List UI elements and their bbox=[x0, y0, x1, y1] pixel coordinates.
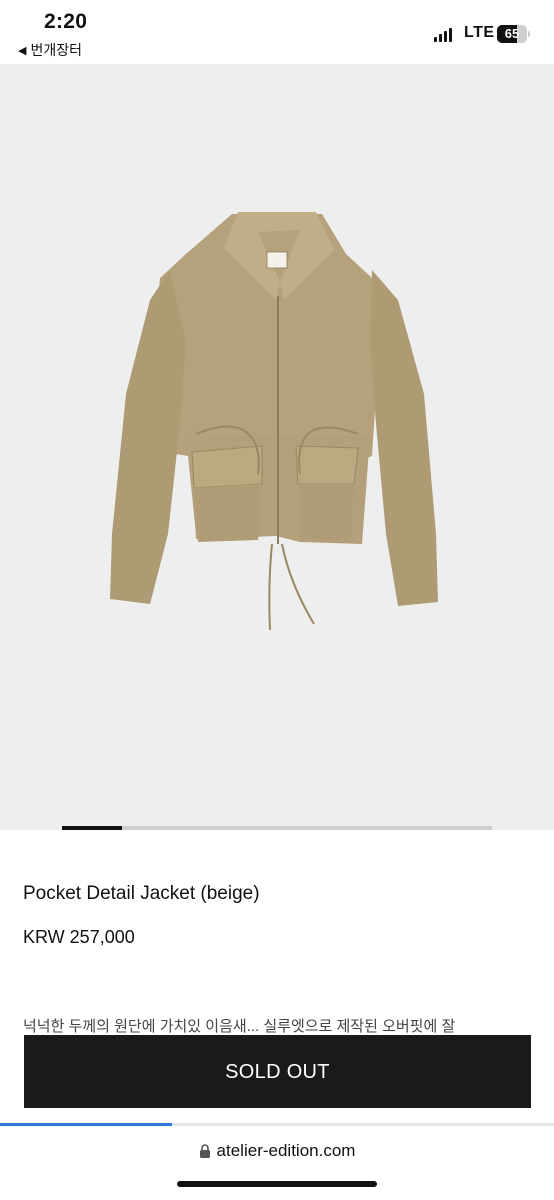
carousel-position-indicator bbox=[62, 826, 123, 830]
status-bar: 2:20 ◀ 번개장터 LTE 65 bbox=[0, 0, 554, 64]
page-load-progress-fill bbox=[0, 1123, 172, 1126]
product-description: 넉넉한 두께의 원단에 가치있 이음새... 실루엣으로 제작된 오버핏에 잘 bbox=[23, 1011, 531, 1035]
product-title: Pocket Detail Jacket (beige) bbox=[23, 883, 260, 904]
back-to-app-link[interactable]: ◀ 번개장터 bbox=[18, 40, 82, 60]
home-indicator[interactable] bbox=[177, 1181, 377, 1187]
status-time: 2:20 bbox=[44, 10, 88, 33]
image-carousel-indicator[interactable] bbox=[62, 826, 492, 830]
jacket-illustration bbox=[110, 212, 438, 631]
product-image[interactable] bbox=[0, 64, 554, 830]
back-triangle-icon: ◀ bbox=[18, 44, 27, 57]
battery-icon: 65 bbox=[497, 25, 530, 43]
url-display[interactable]: atelier-edition.com bbox=[0, 1141, 554, 1161]
sold-out-button[interactable]: SOLD OUT bbox=[24, 1035, 531, 1108]
product-description-text: 넉넉한 두께의 원단에 가치있 이음새... 실루엣으로 제작된 오버핏에 잘 bbox=[23, 1018, 456, 1035]
back-app-label: 번개장터 bbox=[30, 42, 82, 58]
battery-percent: 65 bbox=[504, 26, 520, 41]
cellular-signal-icon bbox=[434, 26, 452, 42]
page-load-progress bbox=[0, 1123, 554, 1126]
lock-icon bbox=[199, 1144, 210, 1158]
browser-address-bar[interactable]: atelier-edition.com bbox=[0, 1130, 554, 1200]
url-text: atelier-edition.com bbox=[216, 1141, 356, 1160]
network-type: LTE bbox=[464, 24, 495, 41]
product-price: KRW 257,000 bbox=[23, 927, 135, 947]
